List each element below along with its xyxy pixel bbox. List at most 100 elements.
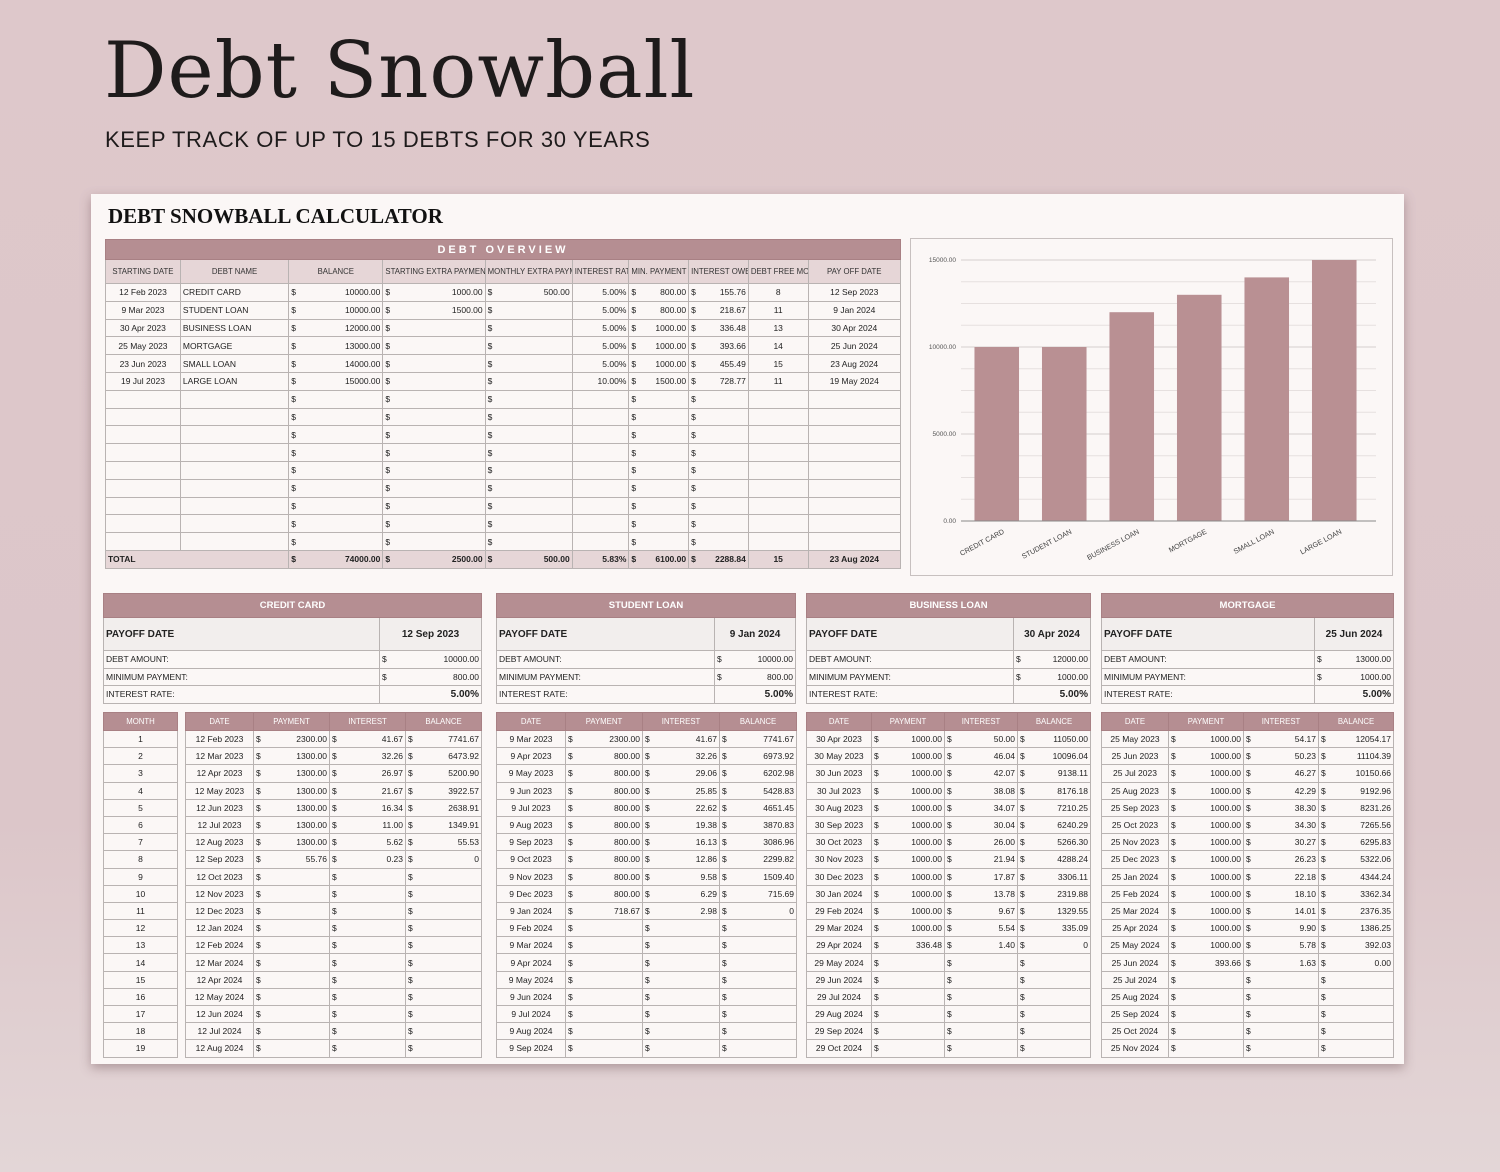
amount-cell[interactable]: [300, 496, 384, 516]
min-payment-cell[interactable]: 1000.00: [641, 318, 690, 338]
amount-cell[interactable]: [300, 407, 384, 427]
balance-cell[interactable]: 10000.00: [300, 283, 384, 302]
interest-rate-cell[interactable]: [571, 389, 630, 409]
debt-name-cell[interactable]: [179, 532, 290, 551]
debt-name-cell[interactable]: CREDIT CARD: [179, 283, 290, 302]
debt-name-cell[interactable]: [179, 478, 290, 498]
min-payment-cell[interactable]: 800.00: [641, 283, 690, 302]
amount-cell[interactable]: [395, 425, 486, 445]
interest-rate-cell[interactable]: 5.00%: [571, 283, 630, 302]
starting-date-cell[interactable]: [105, 496, 181, 516]
min-payment-cell[interactable]: [641, 514, 690, 534]
debt-name-cell[interactable]: BUSINESS LOAN: [179, 318, 290, 338]
starting-date-cell[interactable]: 23 Jun 2023: [105, 354, 181, 373]
balance-cell[interactable]: 10000.00: [300, 300, 384, 320]
interest-rate-cell[interactable]: [571, 496, 630, 516]
amount-cell[interactable]: [497, 389, 573, 409]
min-payment-cell[interactable]: [641, 532, 690, 551]
min-payment-cell[interactable]: [641, 389, 690, 409]
min-payment-cell[interactable]: [641, 443, 690, 462]
interest-rate-cell[interactable]: [571, 443, 630, 462]
interest-rate-cell[interactable]: [571, 478, 630, 498]
monthly-extra-cell[interactable]: [497, 354, 573, 373]
monthly-extra-cell[interactable]: 500.00: [497, 283, 573, 302]
starting-date-cell[interactable]: 19 Jul 2023: [105, 371, 181, 391]
balance-cell[interactable]: 15000.00: [300, 371, 384, 391]
amount-cell[interactable]: [497, 425, 573, 445]
amount-cell[interactable]: [395, 407, 486, 427]
starting-date-cell[interactable]: [105, 443, 181, 462]
start-extra-cell[interactable]: [395, 336, 486, 356]
amount-cell[interactable]: [300, 514, 384, 534]
monthly-extra-cell[interactable]: [497, 300, 573, 320]
monthly-extra-cell[interactable]: [497, 371, 573, 391]
debt-name-cell[interactable]: [179, 389, 290, 409]
min-payment-cell[interactable]: 1000.00: [641, 354, 690, 373]
starting-date-cell[interactable]: [105, 407, 181, 427]
amount-cell[interactable]: [395, 478, 486, 498]
start-extra-cell[interactable]: 1500.00: [395, 300, 486, 320]
debt-name-cell[interactable]: SMALL LOAN: [179, 354, 290, 373]
min-payment-cell[interactable]: [641, 478, 690, 498]
amount-cell[interactable]: [300, 425, 384, 445]
amount-cell[interactable]: [497, 407, 573, 427]
monthly-extra-cell[interactable]: [497, 318, 573, 338]
amount-cell[interactable]: [395, 496, 486, 516]
amount-cell[interactable]: [497, 514, 573, 534]
debt-name-cell[interactable]: [179, 425, 290, 445]
start-extra-cell[interactable]: [395, 318, 486, 338]
amount-cell[interactable]: [395, 514, 486, 534]
min-payment-cell[interactable]: [641, 407, 690, 427]
amount-cell[interactable]: [395, 389, 486, 409]
debt-name-cell[interactable]: STUDENT LOAN: [179, 300, 290, 320]
interest-rate-cell[interactable]: 5.00%: [571, 318, 630, 338]
amount-cell[interactable]: [497, 478, 573, 498]
amount-cell[interactable]: [300, 532, 384, 551]
interest-rate-cell[interactable]: [571, 514, 630, 534]
starting-date-cell[interactable]: 12 Feb 2023: [105, 283, 181, 302]
starting-date-cell[interactable]: [105, 532, 181, 551]
interest-rate-cell[interactable]: 10.00%: [571, 371, 630, 391]
interest-rate-cell[interactable]: [571, 407, 630, 427]
debt-name-cell[interactable]: [179, 514, 290, 534]
interest-rate-cell[interactable]: 5.00%: [571, 336, 630, 356]
amount-cell[interactable]: [395, 532, 486, 551]
min-payment-cell[interactable]: [641, 425, 690, 445]
min-payment-cell[interactable]: 1000.00: [641, 336, 690, 356]
amount-cell[interactable]: [395, 460, 486, 480]
debt-name-cell[interactable]: [179, 407, 290, 427]
amount-cell[interactable]: [497, 532, 573, 551]
balance-cell[interactable]: 12000.00: [300, 318, 384, 338]
interest-rate-cell[interactable]: [571, 425, 630, 445]
starting-date-cell[interactable]: [105, 478, 181, 498]
start-extra-cell[interactable]: [395, 354, 486, 373]
debt-name-cell[interactable]: [179, 496, 290, 516]
interest-rate-cell[interactable]: [571, 532, 630, 551]
starting-date-cell[interactable]: 25 May 2023: [105, 336, 181, 356]
starting-date-cell[interactable]: [105, 460, 181, 480]
min-payment-cell[interactable]: [641, 460, 690, 480]
start-extra-cell[interactable]: 1000.00: [395, 283, 486, 302]
interest-rate-cell[interactable]: [571, 460, 630, 480]
amount-cell[interactable]: [497, 496, 573, 516]
monthly-extra-cell[interactable]: [497, 336, 573, 356]
interest-rate-cell[interactable]: 5.00%: [571, 300, 630, 320]
min-payment-cell[interactable]: 1500.00: [641, 371, 690, 391]
starting-date-cell[interactable]: [105, 389, 181, 409]
amount-cell[interactable]: [300, 389, 384, 409]
start-extra-cell[interactable]: [395, 371, 486, 391]
starting-date-cell[interactable]: 9 Mar 2023: [105, 300, 181, 320]
amount-cell[interactable]: [497, 460, 573, 480]
debt-name-cell[interactable]: MORTGAGE: [179, 336, 290, 356]
debt-name-cell[interactable]: [179, 460, 290, 480]
balance-cell[interactable]: 13000.00: [300, 336, 384, 356]
interest-rate-cell[interactable]: 5.00%: [571, 354, 630, 373]
starting-date-cell[interactable]: 30 Apr 2023: [105, 318, 181, 338]
amount-cell[interactable]: [300, 478, 384, 498]
starting-date-cell[interactable]: [105, 425, 181, 445]
amount-cell[interactable]: [497, 443, 573, 462]
balance-cell[interactable]: 14000.00: [300, 354, 384, 373]
starting-date-cell[interactable]: [105, 514, 181, 534]
min-payment-cell[interactable]: [641, 496, 690, 516]
debt-name-cell[interactable]: LARGE LOAN: [179, 371, 290, 391]
